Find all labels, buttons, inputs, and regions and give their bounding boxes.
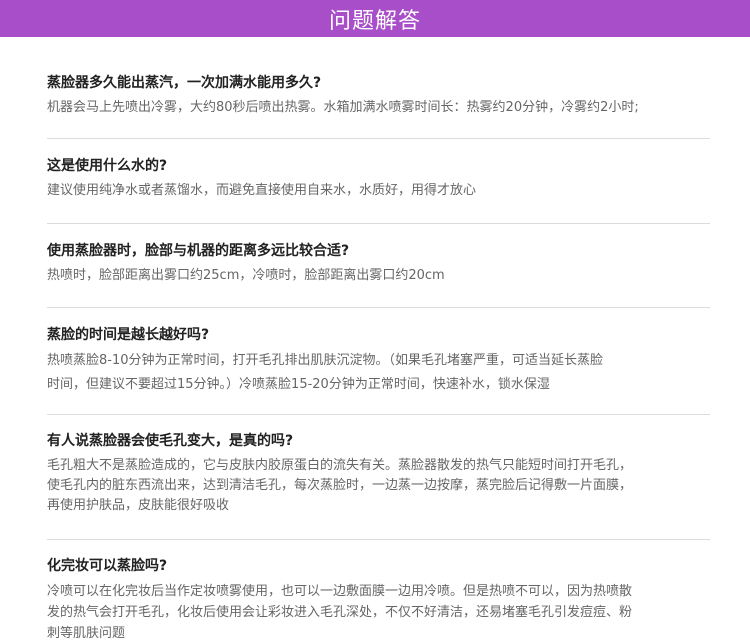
faq-answer-line: 使毛孔内的脏东西流出来，达到清洁毛孔，每次蒸脸时，一边蒸一边按摩，蒸完脸后记得敷… — [47, 478, 633, 493]
page-header: 问题解答 — [0, 0, 750, 37]
faq-answer: 建议使用纯净水或者蒸馏水，而避免直接使用自来水，水质好，用得才放心 — [47, 180, 710, 202]
faq-question: 这是使用什么水的? — [47, 158, 168, 174]
faq-answer: 热喷蒸脸8-10分钟为正常时间，打开毛孔排出肌肤沉淀物。（如果毛孔堵塞严重，可适… — [47, 349, 710, 397]
faq-list: 蒸脸器多久能出蒸汽，一次加满水能用多久? 机器会马上先喷出冷雾，大约80秒后喷出… — [0, 37, 750, 644]
faq-question: 化完妆可以蒸脸吗? — [47, 558, 168, 574]
faq-answer-line: 冷喷可以在化完妆后当作定妆喷雾使用，也可以一边敷面膜一边用冷喷。但是热喷不可以，… — [47, 584, 633, 599]
faq-answer: 冷喷可以在化完妆后当作定妆喷雾使用，也可以一边敷面膜一边用冷喷。但是热喷不可以，… — [47, 581, 710, 644]
page-title: 问题解答 — [328, 8, 421, 34]
faq-answer-line: 热喷蒸脸8-10分钟为正常时间，打开毛孔排出肌肤沉淀物。（如果毛孔堵塞严重，可适… — [47, 353, 604, 368]
faq-question: 蒸脸器多久能出蒸汽，一次加满水能用多久? — [47, 75, 322, 91]
faq-answer: 毛孔粗大不是蒸脸造成的，它与皮肤内胶原蛋白的流失有关。蒸脸器散发的热气只能短时间… — [47, 456, 710, 516]
faq-question: 使用蒸脸器时，脸部与机器的距离多远比较合适? — [47, 243, 350, 259]
faq-answer-line: 建议使用纯净水或者蒸馏水，而避免直接使用自来水，水质好，用得才放心 — [47, 183, 477, 198]
faq-answer-line: 刺等肌肤问题 — [47, 626, 126, 641]
faq-question: 蒸脸的时间是越长越好吗? — [47, 327, 210, 343]
faq-item: 使用蒸脸器时，脸部与机器的距离多远比较合适? 热喷时，脸部距离出雾口约25cm，… — [47, 224, 710, 287]
faq-answer-line: 再使用护肤品，皮肤能很好吸收 — [47, 498, 230, 513]
faq-answer-line: 毛孔粗大不是蒸脸造成的，它与皮肤内胶原蛋白的流失有关。蒸脸器散发的热气只能短时间… — [47, 458, 633, 473]
faq-answer: 机器会马上先喷出冷雾，大约80秒后喷出热雾。水箱加满水喷雾时间长：热雾约20分钟… — [47, 97, 710, 119]
faq-answer-line: 机器会马上先喷出冷雾，大约80秒后喷出热雾。水箱加满水喷雾时间长：热雾约20分钟… — [47, 100, 639, 115]
faq-answer-line: 热喷时，脸部距离出雾口约25cm，冷喷时，脸部距离出雾口约20cm — [47, 268, 445, 283]
faq-answer: 热喷时，脸部距离出雾口约25cm，冷喷时，脸部距离出雾口约20cm — [47, 265, 710, 287]
faq-item: 有人说蒸脸器会使毛孔变大，是真的吗? 毛孔粗大不是蒸脸造成的，它与皮肤内胶原蛋白… — [47, 415, 710, 516]
faq-item: 蒸脸器多久能出蒸汽，一次加满水能用多久? 机器会马上先喷出冷雾，大约80秒后喷出… — [47, 37, 710, 119]
faq-answer-line: 发的热气会打开毛孔，化妆后使用会让彩妆进入毛孔深处，不仅不好清洁，还易堵塞毛孔引… — [47, 605, 633, 620]
faq-item: 这是使用什么水的? 建议使用纯净水或者蒸馏水，而避免直接使用自来水，水质好，用得… — [47, 139, 710, 202]
faq-answer-line: 时间，但建议不要超过15分钟。）冷喷蒸脸15-20分钟为正常时间，快速补水，锁水… — [47, 377, 550, 392]
faq-item: 蒸脸的时间是越长越好吗? 热喷蒸脸8-10分钟为正常时间，打开毛孔排出肌肤沉淀物… — [47, 308, 710, 397]
faq-question: 有人说蒸脸器会使毛孔变大，是真的吗? — [47, 433, 294, 449]
faq-item: 化完妆可以蒸脸吗? 冷喷可以在化完妆后当作定妆喷雾使用，也可以一边敷面膜一边用冷… — [47, 540, 710, 644]
